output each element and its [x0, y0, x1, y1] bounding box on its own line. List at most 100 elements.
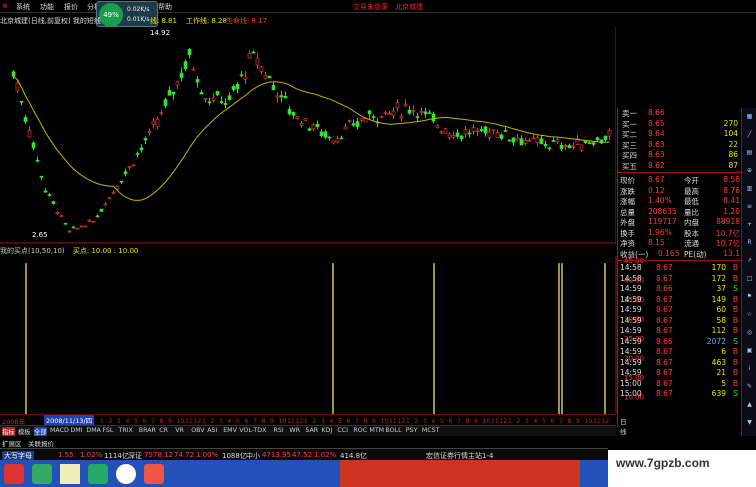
indicator-tab[interactable]: WR: [289, 427, 300, 434]
quote-value: 208635: [648, 206, 677, 216]
quote-value: 13.1: [723, 248, 740, 258]
indicator-tab[interactable]: RSI: [273, 427, 283, 434]
indicator-tab[interactable]: DMI: [70, 427, 82, 434]
candle: [115, 185, 120, 190]
indicator-tab[interactable]: MCST: [422, 427, 440, 434]
period-label[interactable]: 日线: [620, 416, 627, 436]
taskbar-app-icon[interactable]: [4, 464, 24, 484]
tick-side: B: [732, 378, 738, 388]
indicator-tab[interactable]: BOLL: [385, 427, 401, 434]
taskbar-app-icon[interactable]: [144, 464, 164, 484]
login-status[interactable]: 交易未登录: [353, 2, 388, 12]
candle: [103, 203, 108, 206]
candle: [199, 92, 204, 95]
quote-value: 1.96%: [648, 227, 672, 237]
sidebar-doc-icon[interactable]: ▣: [743, 344, 756, 357]
date-tick: 10: [585, 418, 593, 425]
indicator-tab[interactable]: MTM: [369, 427, 384, 434]
indicator-tab[interactable]: FSL: [102, 427, 113, 434]
indicator-chart[interactable]: 45.0040.0035.0030.0025.0020.0015.0010.00…: [0, 256, 645, 414]
indicator-tab[interactable]: DMA: [86, 427, 101, 434]
candle: [439, 131, 444, 134]
tick-time: 14:59: [620, 294, 642, 304]
date-tick: 10: [177, 418, 185, 425]
sidebar-grid-icon[interactable]: ▤: [743, 146, 756, 159]
menu-item-system[interactable]: 系统: [16, 2, 30, 12]
sidebar-rsi-icon[interactable]: R: [743, 236, 756, 249]
indicator-tab[interactable]: 全部: [34, 427, 47, 436]
indicator-tab[interactable]: MACD: [50, 427, 69, 434]
indicator-tab[interactable]: OBV: [191, 427, 204, 434]
panel-separator: [618, 260, 742, 261]
indicator-tab[interactable]: KDJ: [321, 427, 332, 434]
date-tick: 2: [109, 418, 113, 425]
sidebar-plus-icon[interactable]: +: [743, 218, 756, 231]
taskbar-app-icon[interactable]: [88, 464, 108, 484]
indicator-tab[interactable]: VR: [175, 427, 184, 434]
taskbar-app-icon[interactable]: [60, 464, 80, 484]
indicator-tab[interactable]: PSY: [406, 427, 418, 434]
sidebar-box-icon[interactable]: □: [743, 272, 756, 285]
taskbar-app-icon[interactable]: [32, 464, 52, 484]
candle: [79, 225, 84, 228]
tick-price: 8.67: [656, 315, 673, 325]
sidebar-down-icon[interactable]: ▼: [743, 416, 756, 429]
indicator-tab[interactable]: BRAR: [139, 427, 156, 434]
indicator-tab[interactable]: EMV: [223, 427, 237, 434]
tab-expand-area[interactable]: 扩展区: [2, 438, 22, 448]
candle: [231, 86, 236, 91]
indicator-tab[interactable]: 模板: [18, 427, 31, 436]
tick-volume: 21: [716, 368, 726, 377]
date-tick: 4: [228, 418, 232, 425]
date-tick: 12: [602, 418, 610, 425]
candle: [191, 68, 196, 71]
indicator-tab[interactable]: TRIX: [118, 427, 132, 434]
date-tick: 10: [279, 418, 287, 425]
quote-value: 1.40%: [648, 196, 672, 205]
sidebar-list-icon[interactable]: ≡: [743, 200, 756, 213]
indicator-tab[interactable]: ROC: [353, 427, 367, 434]
candle: [379, 116, 384, 118]
date-tick: 2: [313, 418, 317, 425]
sidebar-chart-icon[interactable]: ▦: [743, 110, 756, 123]
tick-price: 8.66: [656, 336, 673, 346]
date-bar[interactable]: 2008年 2008/11/13/四 日线 1 2 3 4 5 6 7 8 9 10 11 12 1 2 3…: [0, 414, 627, 436]
candlestick-chart[interactable]: 14.92 2.65 9.008.007.006.005.004.003.00: [0, 27, 616, 244]
menu-item-function[interactable]: 功能: [40, 2, 54, 12]
tick-side: B: [732, 263, 738, 272]
menu-item-help[interactable]: 帮助: [158, 2, 172, 12]
taskbar-app-icon[interactable]: [116, 464, 136, 484]
sidebar-zoom-icon[interactable]: ⊕: [743, 164, 756, 177]
sidebar-star-icon[interactable]: ☆: [743, 308, 756, 321]
sidebar-target-icon[interactable]: ◎: [743, 326, 756, 339]
indicator-tab[interactable]: CCI: [337, 427, 348, 434]
indicator-tab[interactable]: VOL-TDX: [239, 427, 266, 434]
candle: [295, 116, 300, 119]
indicator-tab[interactable]: SAR: [305, 427, 318, 434]
quote-row: 净资 8.15 流通 10.7亿: [618, 238, 742, 249]
indicator-tab[interactable]: 指标: [2, 427, 15, 436]
indicator-tabs: 指标 模板 全部 MACD DMI DMA FSL TRIX BRAR CR VR OBV ASI EMV…: [0, 425, 616, 436]
sidebar-trend-icon[interactable]: ↗: [743, 254, 756, 267]
sidebar-pen-icon[interactable]: ✎: [743, 380, 756, 393]
tick-price: 8.67: [656, 389, 673, 398]
candle: [403, 103, 408, 107]
candle: [431, 113, 436, 122]
candle: [531, 137, 536, 140]
tick-row: 14:59 8.67 21 B: [618, 368, 742, 379]
tick-volume: 463: [711, 357, 726, 367]
panel-separator: [618, 172, 742, 173]
indicator-tab[interactable]: ASI: [207, 427, 217, 434]
tab-related-quote[interactable]: 关联报价: [28, 438, 54, 448]
sidebar-bar-icon[interactable]: ▥: [743, 182, 756, 195]
date-tick: 6: [449, 418, 453, 425]
sidebar-up-icon[interactable]: ▲: [743, 398, 756, 411]
sidebar-line-icon[interactable]: ╱: [743, 128, 756, 141]
date-tick: 9: [576, 418, 580, 425]
sidebar-info-icon[interactable]: i: [743, 362, 756, 375]
indicator-tab[interactable]: CR: [159, 427, 168, 434]
candle: [143, 138, 148, 141]
candle: [123, 171, 128, 175]
menu-item-quote[interactable]: 报价: [64, 2, 78, 12]
sidebar-flag-icon[interactable]: ⚑: [743, 290, 756, 303]
